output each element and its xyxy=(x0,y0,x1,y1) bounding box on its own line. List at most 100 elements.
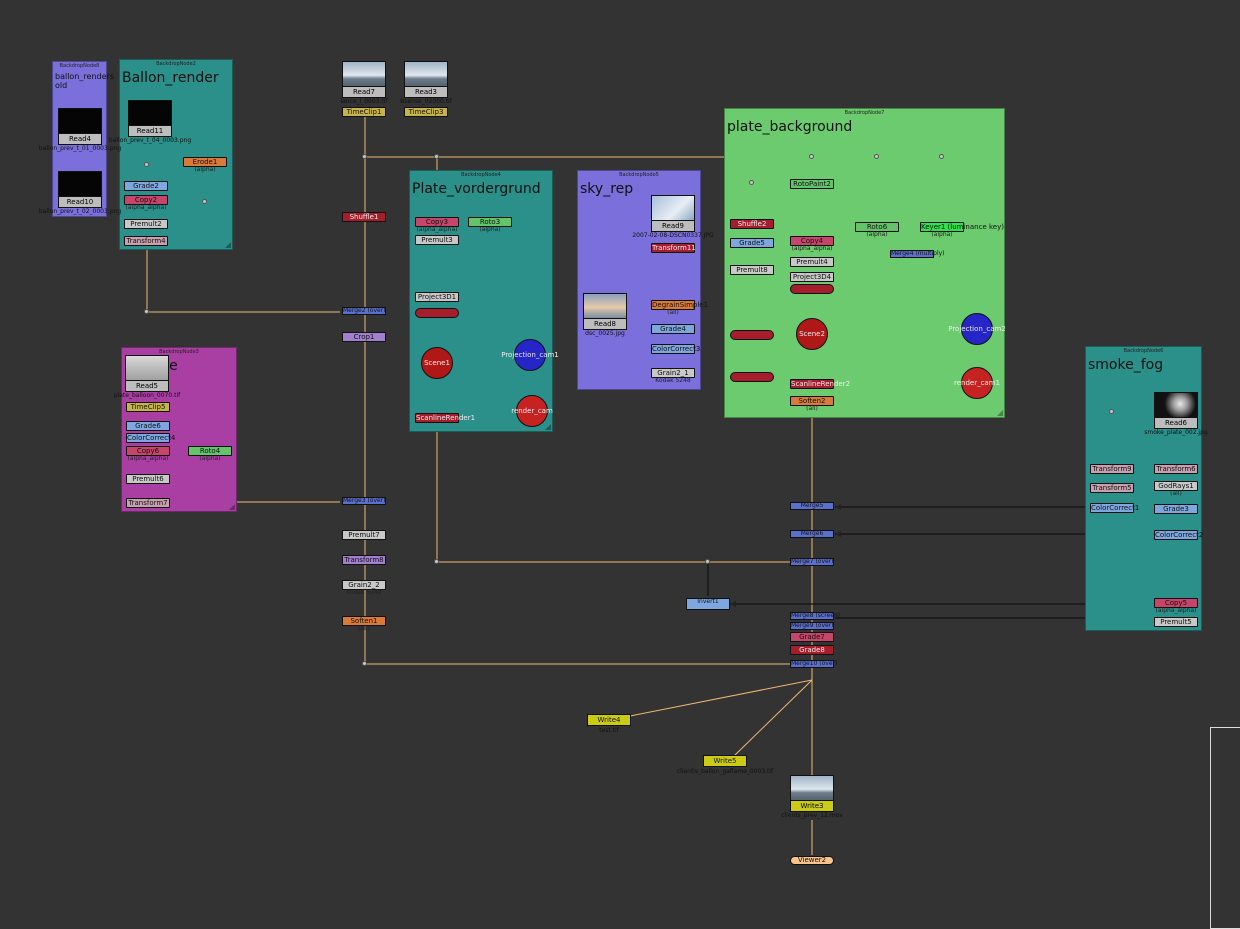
node-timeclip1[interactable]: TimeClip1 xyxy=(342,107,386,117)
resize-handle[interactable] xyxy=(229,504,235,510)
dot-node[interactable] xyxy=(434,154,439,159)
node-shuffle1[interactable]: Shuffle1 xyxy=(342,212,386,222)
node-copy4[interactable]: Copy4 (alpha_alpha) xyxy=(790,236,834,252)
node-merge9[interactable]: Merge9 (over) xyxy=(790,622,834,630)
node-merge5[interactable]: Merge5 xyxy=(790,502,834,510)
node-project3d4[interactable]: Project3D4 xyxy=(790,272,834,282)
navigator-minimap[interactable] xyxy=(1210,727,1240,929)
node-soften1[interactable]: Soften1 (all) xyxy=(342,616,386,632)
node-timeclip3[interactable]: TimeClip3 xyxy=(404,107,448,117)
node-roto3[interactable]: Roto3 (alpha) xyxy=(468,217,512,233)
node-godrays1[interactable]: GodRays1 (all) xyxy=(1154,481,1198,497)
read-node-read7[interactable]: Read7 lance_l_0003.tif xyxy=(340,61,388,105)
node-copy5[interactable]: Copy5 (alpha_alpha) xyxy=(1154,598,1198,614)
node-transform4[interactable]: Transform4 xyxy=(124,236,168,246)
dot-node[interactable] xyxy=(809,154,814,159)
dot-node[interactable] xyxy=(874,154,879,159)
read-node-read10[interactable]: Read10 ballon_prev_t_02_0003.png xyxy=(39,171,121,215)
dot-node[interactable] xyxy=(749,180,754,185)
node-roto6[interactable]: Roto6 (alpha) xyxy=(855,222,899,238)
node-degrain1[interactable]: DegrainSimple1 (all) xyxy=(651,300,708,316)
dot-node[interactable] xyxy=(362,154,367,159)
node-shuffle2[interactable]: Shuffle2 xyxy=(730,219,774,229)
node-transform5[interactable]: Transform5 xyxy=(1090,483,1134,493)
node-premult2[interactable]: Premult2 xyxy=(124,219,168,229)
node-transform9[interactable]: Transform9 xyxy=(1090,464,1134,474)
node-grade3[interactable]: Grade3 xyxy=(1154,504,1198,514)
node-colorcorrect4[interactable]: ColorCorrect4 xyxy=(126,433,175,443)
node-merge6[interactable]: Merge6 xyxy=(790,530,834,538)
node-viewer2[interactable]: Viewer2 xyxy=(790,856,834,865)
node-scanline1[interactable]: ScanlineRender1 xyxy=(415,413,475,423)
node-invert1[interactable]: Invert1 xyxy=(686,598,730,610)
resize-handle[interactable] xyxy=(225,242,231,248)
node-grade8[interactable]: Grade8 xyxy=(790,645,834,655)
node-camera1[interactable] xyxy=(415,308,459,318)
node-grade4[interactable]: Grade4 xyxy=(651,324,695,334)
node-grain2-1[interactable]: Grain2_1 Kodak 5248 xyxy=(651,368,695,384)
node-merge8[interactable]: Merge8 (screen) xyxy=(790,612,840,620)
dot-node[interactable] xyxy=(939,154,944,159)
node-camera3[interactable] xyxy=(730,330,774,340)
node-projection-cam2[interactable]: Projection_cam2 xyxy=(948,313,1006,345)
node-premult5[interactable]: Premult5 xyxy=(1154,617,1198,627)
node-grade6[interactable]: Grade6 xyxy=(126,421,170,431)
dot-node[interactable] xyxy=(144,309,149,314)
node-camera4[interactable] xyxy=(730,372,774,382)
read-node-read11[interactable]: Read11 ballon_prev_t_04_0003.png xyxy=(109,100,191,144)
node-grade2[interactable]: Grade2 xyxy=(124,181,168,191)
node-premult7[interactable]: Premult7 xyxy=(342,530,386,540)
node-merge-over3[interactable]: Merge3 (over) xyxy=(342,497,386,505)
dot-node[interactable] xyxy=(434,559,439,564)
node-timeclip5[interactable]: TimeClip5 xyxy=(126,402,170,412)
read-node-read6[interactable]: Read6 smoke_plate_002.jpg xyxy=(1144,392,1208,436)
read-node-read4[interactable]: Read4 ballon_prev_t_01_0003.png xyxy=(39,108,121,152)
read-node-read9[interactable]: Read9 2007-02-08-DSCN0337.JPG xyxy=(632,195,714,239)
node-copy6[interactable]: Copy6 (alpha_alpha) xyxy=(126,446,170,462)
node-transform11[interactable]: Transform11 xyxy=(651,243,696,253)
node-soften2[interactable]: Soften2 (all) xyxy=(790,396,834,412)
node-transform6[interactable]: Transform6 xyxy=(1154,464,1198,474)
read-node-read3[interactable]: Read3 Bsense_02000.tif xyxy=(400,61,452,105)
node-scene1[interactable]: Scene1 xyxy=(421,347,453,379)
node-keyer1[interactable]: Keyer1 (luminance key) (alpha) xyxy=(920,222,1004,238)
resize-handle[interactable] xyxy=(545,424,551,430)
node-colorcorrect1[interactable]: ColorCorrect1 xyxy=(1090,503,1139,513)
node-copy3[interactable]: Copy3 (alpha_alpha) xyxy=(415,217,459,233)
node-camera2[interactable] xyxy=(790,284,834,294)
node-render-cam1[interactable]: render_cam1 xyxy=(954,367,1000,399)
dot-node[interactable] xyxy=(362,661,367,666)
node-premult8[interactable]: Premult8 xyxy=(730,265,774,275)
node-rotopaint2[interactable]: RotoPaint2 xyxy=(790,179,834,189)
node-colorcorrect3[interactable]: ColorCorrect3 xyxy=(651,344,700,354)
node-write4[interactable]: Write4 test.tif xyxy=(587,714,631,734)
node-grade7[interactable]: Grade7 xyxy=(790,632,834,642)
node-erode1[interactable]: Erode1 (alpha) xyxy=(183,157,227,173)
dot-node[interactable] xyxy=(1109,409,1114,414)
node-grade5[interactable]: Grade5 xyxy=(730,238,774,248)
node-project3d1[interactable]: Project3D1 xyxy=(415,292,459,302)
node-copy2[interactable]: Copy2 (alpha_alpha) xyxy=(124,195,168,211)
node-colorcorrect2[interactable]: ColorCorrect2 xyxy=(1154,530,1203,540)
node-projection-cam1[interactable]: Projection_cam1 xyxy=(501,339,559,371)
read-node-read8[interactable]: Read8 dsc_0025.jpg xyxy=(583,293,627,337)
dot-node[interactable] xyxy=(202,199,207,204)
node-render-cam[interactable]: render_cam xyxy=(511,395,553,427)
dot-node[interactable] xyxy=(705,559,710,564)
node-merge10[interactable]: Merge10 (over) xyxy=(790,660,837,668)
node-scene2[interactable]: Scene2 xyxy=(796,318,828,350)
node-grain2-2[interactable]: Grain2_2 Kodak 5248 xyxy=(342,580,386,596)
node-merge7[interactable]: Merge7 (over) xyxy=(790,558,834,566)
node-write5[interactable]: Write5 clientis_ballon_gaflame_0003.tif xyxy=(677,755,773,775)
resize-handle[interactable] xyxy=(997,410,1003,416)
node-premult4[interactable]: Premult4 xyxy=(790,257,834,267)
read-node-read5[interactable]: Read5 plate_balloon_0070.tif xyxy=(114,355,180,399)
node-scanline2[interactable]: ScanlineRender2 xyxy=(790,379,850,389)
dot-node[interactable] xyxy=(144,162,149,167)
node-premult6[interactable]: Premult6 xyxy=(126,474,170,484)
node-roto4[interactable]: Roto4 (alpha) xyxy=(188,446,232,462)
node-merge-over1[interactable]: Merge2 (over) xyxy=(342,307,386,315)
node-transform8[interactable]: Transform8 xyxy=(342,555,386,565)
write-node-write3[interactable]: Write3 clients_prev_12.mov xyxy=(781,775,843,819)
node-premult3[interactable]: Premult3 xyxy=(415,235,459,245)
